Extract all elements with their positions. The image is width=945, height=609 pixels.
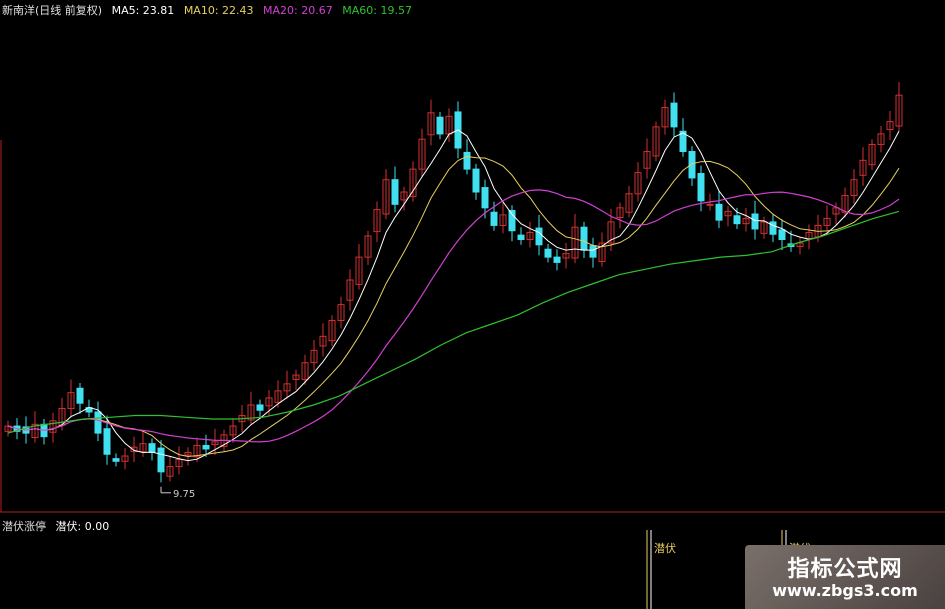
candle-body [670, 102, 678, 128]
candle-body [103, 428, 111, 455]
kline-chart: 9.75潜伏潜伏 [0, 82, 945, 609]
watermark: 指标公式网 www.zbgs3.com [745, 545, 945, 609]
candle-body [481, 187, 489, 209]
candle-body [769, 221, 777, 235]
candle-body [589, 245, 597, 258]
candle-body [706, 203, 714, 206]
ma60-line [7, 210, 900, 434]
candle-body [517, 234, 525, 241]
candle-body [751, 213, 759, 230]
candle-body [553, 256, 561, 263]
candlestick-series [4, 82, 903, 483]
indicator-name: 潜伏涨停 [2, 520, 46, 533]
candle-body [148, 443, 156, 453]
candle-body [202, 444, 210, 450]
ma20-line [7, 189, 900, 443]
watermark-title: 指标公式网 [787, 557, 903, 582]
chart-marks: 9.75潜伏潜伏 [160, 486, 811, 609]
candle-body [472, 168, 480, 193]
candle-body [715, 203, 723, 221]
candle-body [535, 227, 543, 246]
ma5-line [7, 129, 900, 462]
candle-body [391, 179, 399, 205]
candle-body [580, 226, 588, 251]
ma10-line [7, 155, 900, 458]
watermark-url: www.zbgs3.com [772, 581, 918, 600]
signal-label: 潜伏 [654, 541, 676, 555]
ma60-label: MA60: 19.57 [342, 4, 412, 17]
candle-body [463, 151, 471, 170]
candle-body [94, 411, 102, 434]
candle-body [544, 248, 552, 258]
ma-lines [7, 129, 900, 462]
candle-body [112, 458, 120, 462]
ma20-label: MA20: 20.67 [263, 4, 333, 17]
sub-panel-header: 潜伏涨停 潜伏: 0.00 [2, 518, 115, 534]
candle-body [76, 387, 84, 404]
stock-title: 新南洋(日线 前复权) [2, 4, 103, 17]
candle-body [733, 215, 741, 225]
candle-body [490, 211, 498, 226]
chart-header: 新南洋(日线 前复权) MA5: 23.81 MA10: 22.43 MA20:… [2, 2, 418, 18]
ma5-label: MA5: 23.81 [111, 4, 175, 17]
candle-body [778, 229, 786, 241]
indicator-value: 潜伏: 0.00 [55, 520, 110, 533]
candle-body [697, 173, 705, 202]
candle-body [157, 447, 165, 473]
candle-body [256, 404, 264, 411]
low-price-label: 9.75 [173, 489, 195, 500]
candle-body [436, 116, 444, 135]
ma10-label: MA10: 22.43 [183, 4, 254, 17]
